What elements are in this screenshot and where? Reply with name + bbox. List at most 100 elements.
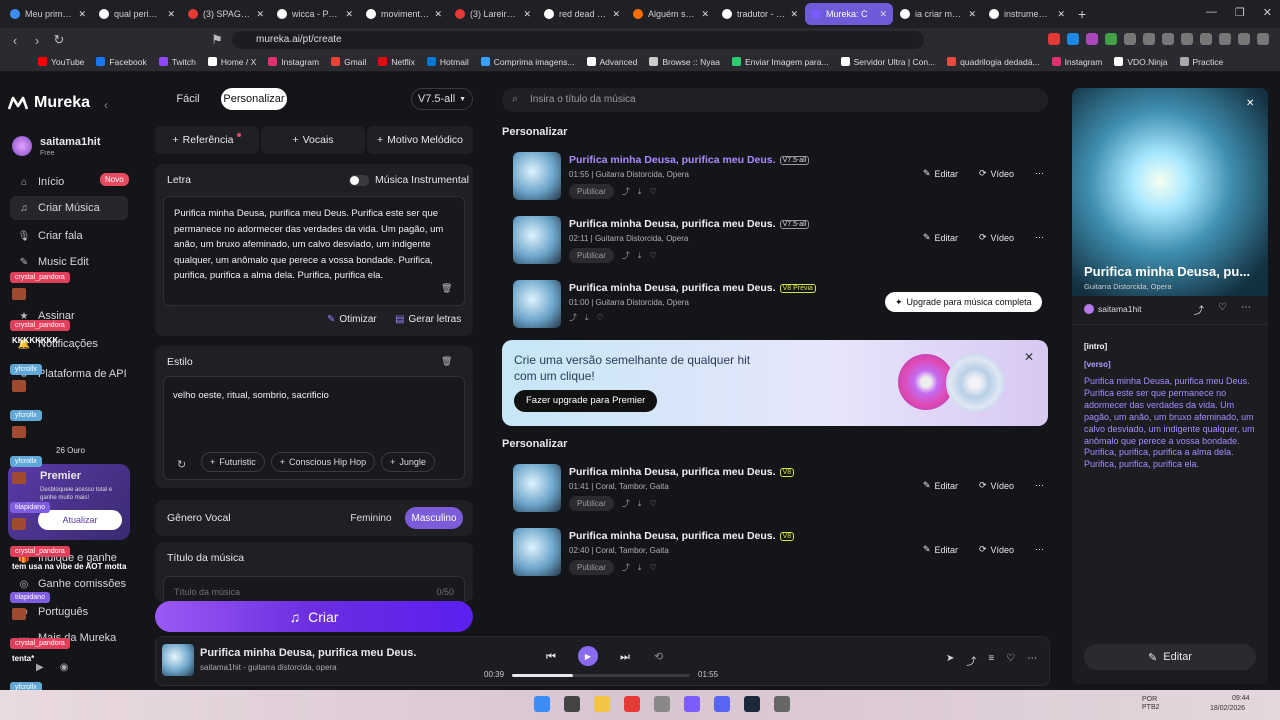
discord-icon[interactable]: ◉ xyxy=(60,662,69,673)
publish-button[interactable]: Publicar xyxy=(569,560,614,575)
url-field[interactable]: mureka.ai/pt/create xyxy=(232,31,924,49)
progress-track[interactable] xyxy=(512,674,690,677)
heart-icon[interactable]: ♡ xyxy=(649,563,656,572)
close-tab-icon[interactable]: ✕ xyxy=(1057,9,1065,20)
extension-icon[interactable] xyxy=(1257,33,1269,45)
share-icon[interactable]: ⤴ xyxy=(966,653,976,668)
browser-tab[interactable]: Meu primeiro bo ✕ xyxy=(4,3,92,25)
generate-lyrics-button[interactable]: ▤ Gerar letras xyxy=(395,314,461,325)
close-banner-icon[interactable]: ✕ xyxy=(1024,350,1034,364)
publish-button[interactable]: Publicar xyxy=(569,184,614,199)
extension-icon[interactable] xyxy=(1048,33,1060,45)
close-tab-icon[interactable]: ✕ xyxy=(879,9,887,20)
add-reference-button[interactable]: + Referência xyxy=(155,126,259,154)
more-icon[interactable]: ⋯ xyxy=(1035,480,1044,491)
extension-icon[interactable] xyxy=(1200,33,1212,45)
extension-icon[interactable] xyxy=(1067,33,1079,45)
close-tab-icon[interactable]: ✕ xyxy=(167,9,175,20)
collapse-sidebar-icon[interactable]: ‹ xyxy=(104,98,108,112)
bookmark-item[interactable]: YouTube xyxy=(38,57,84,67)
download-icon[interactable]: ⤓ xyxy=(638,251,642,261)
bookmark-icon[interactable]: ⚑ xyxy=(206,32,228,48)
extension-icon[interactable] xyxy=(1143,33,1155,45)
heart-icon[interactable]: ♡ xyxy=(649,499,656,508)
extension-icon[interactable] xyxy=(1124,33,1136,45)
settings-icon[interactable] xyxy=(774,696,790,712)
song-row[interactable]: Purifica minha Deusa, purifica meu Deus.… xyxy=(513,278,1053,330)
video-button[interactable]: ⟳ Vídeo xyxy=(979,480,1014,491)
lyrics-textarea[interactable]: Purifica minha Deusa, purifica meu Deus.… xyxy=(163,196,465,306)
extension-icon[interactable] xyxy=(1162,33,1174,45)
video-button[interactable]: ⟳ Vídeo xyxy=(979,544,1014,555)
tab-easy[interactable]: Fácil xyxy=(167,88,209,110)
add-melodic-motif-button[interactable]: + Motivo Melódico xyxy=(367,126,473,154)
bookmark-item[interactable]: Servidor Ultra | Con... xyxy=(840,57,935,67)
song-row[interactable]: Purifica minha Deusa, purifica meu Deus.… xyxy=(513,150,1053,202)
bookmark-item[interactable]: Netflix xyxy=(378,57,415,67)
edit-button[interactable]: ✎ Editar xyxy=(923,544,958,555)
browser-tab[interactable]: ia criar musica - F ✕ xyxy=(894,3,982,25)
publish-button[interactable]: Publicar xyxy=(569,496,614,511)
browser-tab[interactable]: (3) Lareira Ac ✕ xyxy=(449,3,537,25)
bookmark-item[interactable]: Comprima imagens... xyxy=(480,57,575,67)
delete-lyrics-icon[interactable]: 🗑 xyxy=(441,283,452,294)
song-row[interactable]: Purifica minha Deusa, purifica meu Deus.… xyxy=(513,526,1053,578)
edit-button[interactable]: ✎ Editar xyxy=(923,232,958,243)
more-icon[interactable]: ⋯ xyxy=(1035,232,1044,243)
new-tab-button[interactable]: + xyxy=(1078,6,1086,22)
discord-icon[interactable] xyxy=(714,696,730,712)
extension-icon[interactable] xyxy=(1105,33,1117,45)
forward-icon[interactable]: › xyxy=(26,33,48,48)
upgrade-full-song-button[interactable]: ✦ Upgrade para música completa xyxy=(885,292,1042,312)
share-icon[interactable]: ⤴ xyxy=(622,250,630,261)
heart-icon[interactable]: ♡ xyxy=(1006,653,1015,668)
detail-edit-button[interactable]: ✎ Editar xyxy=(1084,644,1256,670)
heart-icon[interactable]: ♡ xyxy=(649,187,656,196)
close-tab-icon[interactable]: ✕ xyxy=(790,9,798,20)
song-thumbnail[interactable] xyxy=(513,280,561,328)
model-selector[interactable]: V7.5-all ▼ xyxy=(411,88,473,110)
share-icon[interactable]: ⤴ xyxy=(1194,302,1204,317)
upgrade-button[interactable]: Atualizar xyxy=(38,510,122,530)
heart-icon[interactable]: ♡ xyxy=(1218,302,1227,317)
bookmark-item[interactable]: Hotmail xyxy=(426,57,469,67)
sidebar-item[interactable]: ✎ Music Edit xyxy=(10,250,128,274)
play-button[interactable]: ▶ xyxy=(578,646,598,666)
bookmark-item[interactable]: quadrilogia dedadá... xyxy=(947,57,1040,67)
publish-button[interactable]: Publicar xyxy=(569,248,614,263)
close-tab-icon[interactable]: ✕ xyxy=(701,9,709,20)
browser-tab[interactable]: qual periodo foi ✕ xyxy=(93,3,181,25)
download-icon[interactable]: ⤓ xyxy=(638,187,642,197)
browser-tab[interactable]: Mureka: C ✕ xyxy=(805,3,893,25)
female-option[interactable]: Feminino xyxy=(345,507,397,529)
tab-custom[interactable]: Personalizar xyxy=(221,88,287,110)
download-icon[interactable]: ⤓ xyxy=(638,499,642,509)
style-chip[interactable]: + Conscious Hip Hop xyxy=(270,452,376,472)
extension-icon[interactable] xyxy=(1086,33,1098,45)
bookmark-item[interactable]: Advanced xyxy=(586,57,637,67)
song-title-input[interactable]: Título da música 0/50 xyxy=(163,576,465,602)
song-thumbnail[interactable] xyxy=(513,464,561,512)
share-icon[interactable]: ⤴ xyxy=(622,562,630,573)
close-tab-icon[interactable]: ✕ xyxy=(968,9,976,20)
download-icon[interactable]: ⤓ xyxy=(638,563,642,573)
sidebar-item[interactable]: 🎙 Criar fala xyxy=(10,224,128,248)
share-icon[interactable]: ⤴ xyxy=(569,312,577,323)
extension-icon[interactable] xyxy=(1181,33,1193,45)
close-tab-icon[interactable]: ✕ xyxy=(523,9,531,20)
browser-tab[interactable]: instrumentos que ✕ xyxy=(983,3,1071,25)
bookmark-item[interactable]: Twitch xyxy=(158,57,196,67)
banner-upgrade-button[interactable]: Fazer upgrade para Premier xyxy=(514,390,658,412)
close-tab-icon[interactable]: ✕ xyxy=(78,9,86,20)
edit-button[interactable]: ✎ Editar xyxy=(923,168,958,179)
male-option[interactable]: Masculino xyxy=(405,507,463,529)
browser-tab[interactable]: wicca - Pesquisa ✕ xyxy=(271,3,359,25)
extension-icon[interactable] xyxy=(1238,33,1250,45)
song-thumbnail[interactable] xyxy=(513,216,561,264)
style-chip[interactable]: + Jungle xyxy=(381,452,435,472)
share-icon[interactable]: ⤴ xyxy=(622,186,630,197)
browser-tab[interactable]: Alguém sabe cor ✕ xyxy=(627,3,715,25)
song-thumbnail[interactable] xyxy=(513,152,561,200)
repeat-icon[interactable]: ⟲ xyxy=(654,650,663,663)
reload-icon[interactable]: ↻ xyxy=(48,32,70,48)
